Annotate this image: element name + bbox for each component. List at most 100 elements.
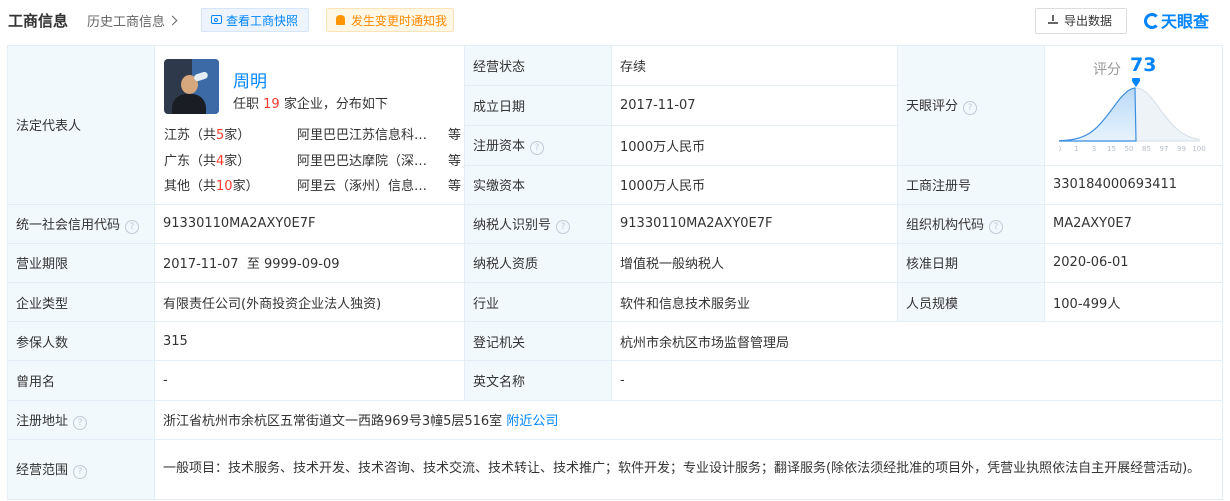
- logo-text: 天眼查: [1161, 12, 1210, 31]
- former-value: -: [154, 360, 465, 401]
- snapshot-button[interactable]: 查看工商快照: [201, 8, 309, 32]
- business-info-table: 法定代表人 周明 任职 19 家企业，分布如下 江苏（共5家） 阿里巴巴江苏信息科…: [7, 44, 1223, 501]
- section-header: 工商信息 历史工商信息 查看工商快照 发生变更时通知我 导出数据 天眼查: [0, 0, 1230, 40]
- authority-value: 杭州市余杭区市场监督管理局: [611, 321, 1223, 362]
- authority-label: 登记机关: [464, 321, 612, 362]
- insured-value: 315: [154, 321, 465, 362]
- type-value: 有限责任公司(外商投资企业法人独资): [154, 282, 465, 323]
- notify-label: 发生变更时通知我: [351, 14, 448, 28]
- tenure-suffix: 家企业，分布如下: [283, 97, 388, 112]
- legal-rep-name[interactable]: 周明: [233, 67, 267, 92]
- tax-qual-label: 纳税人资质: [464, 242, 612, 284]
- region-name: 其他（共10家）: [164, 179, 259, 194]
- score-tick-label: 100: [1192, 145, 1205, 153]
- org-value: MA2AXY0E7: [1044, 203, 1223, 244]
- score-distribution-chart: 0 1 3 15 50 85 97 99 100: [1059, 78, 1206, 153]
- tenure-text: 任职 19 家企业，分布如下: [233, 93, 388, 112]
- help-icon[interactable]: ?: [125, 219, 140, 234]
- capital-value: 1000万人民币: [611, 125, 898, 166]
- term-value: 2017-11-07 至 9999-09-09: [154, 242, 465, 284]
- address-cell: 浙江省杭州市余杭区五常街道文一西路969号3幢5层516室 附近公司: [154, 399, 1223, 440]
- paid-label: 实缴资本: [464, 164, 612, 205]
- en-value: -: [611, 360, 1223, 401]
- notify-button[interactable]: 发生变更时通知我: [326, 8, 454, 32]
- reg-no-value: 330184000693411: [1044, 164, 1223, 205]
- help-icon[interactable]: ?: [963, 101, 978, 116]
- camera-icon: [211, 15, 222, 24]
- nearby-companies-link[interactable]: 附近公司: [506, 414, 558, 429]
- taxid-label: 纳税人识别号?: [464, 203, 612, 244]
- approve-label: 核准日期: [897, 242, 1045, 284]
- help-icon[interactable]: ?: [989, 219, 1004, 234]
- score-ticks: 0 1 3 15 50 85 97 99 100: [1059, 145, 1206, 153]
- score-tick-label: 99: [1177, 145, 1186, 153]
- term-label: 营业期限: [7, 242, 155, 284]
- staff-value: 100-499人: [1044, 282, 1223, 323]
- export-button[interactable]: 导出数据: [1035, 8, 1127, 34]
- region-company[interactable]: 阿里云（涿州）信息技术有限公司: [297, 175, 439, 194]
- credit-value: 91330110MA2AXY0E7F: [154, 203, 465, 244]
- score-marker-icon: [1132, 78, 1140, 87]
- org-label: 组织机构代码?: [897, 203, 1045, 244]
- score-cell[interactable]: 评分 73 0 1 3 15 50 85 97 99 100: [1044, 45, 1223, 166]
- tax-qual-value: 增值税一般纳税人: [611, 242, 898, 284]
- region-company[interactable]: 阿里巴巴达摩院（深圳）科技有限公司: [297, 150, 439, 169]
- export-label: 导出数据: [1064, 14, 1113, 28]
- region-more: 等: [448, 154, 462, 169]
- tenure-prefix: 任职: [233, 97, 260, 112]
- region-company[interactable]: 阿里巴巴江苏信息科技有限公司: [297, 124, 439, 143]
- score-value: 73: [1130, 54, 1157, 76]
- help-icon[interactable]: ?: [73, 465, 88, 480]
- snapshot-label: 查看工商快照: [226, 14, 299, 28]
- region-more: 等: [448, 128, 462, 143]
- insured-label: 参保人数: [7, 321, 155, 362]
- score-tick-label: 0: [1059, 145, 1061, 153]
- score-tick-label: 1: [1074, 145, 1078, 153]
- download-icon: [1048, 15, 1058, 25]
- approve-value: 2020-06-01: [1044, 242, 1223, 284]
- score-marker-icon: [1132, 78, 1140, 87]
- history-link[interactable]: 历史工商信息: [87, 11, 178, 30]
- chevron-right-icon: [167, 15, 178, 26]
- score-tick-label: 85: [1142, 145, 1151, 153]
- history-label: 历史工商信息: [87, 15, 166, 30]
- avatar[interactable]: [164, 59, 219, 114]
- type-label: 企业类型: [7, 282, 155, 323]
- address-value: 浙江省杭州市余杭区五常街道文一西路969号3幢5层516室: [163, 414, 503, 430]
- industry-label: 行业: [464, 282, 612, 323]
- founded-label: 成立日期: [464, 85, 612, 127]
- help-icon[interactable]: ?: [556, 219, 571, 234]
- capital-label: 注册资本?: [464, 125, 612, 166]
- legal-rep-label: 法定代表人: [7, 45, 155, 205]
- status-label: 经营状态: [464, 44, 612, 87]
- score-tick-label: 15: [1107, 145, 1116, 153]
- founded-value: 2017-11-07: [611, 85, 898, 127]
- scope-label: 经营范围?: [7, 438, 155, 501]
- help-icon[interactable]: ?: [530, 141, 545, 156]
- en-label: 英文名称: [464, 360, 612, 401]
- industry-value: 软件和信息技术服务业: [611, 282, 898, 323]
- staff-label: 人员规模: [897, 282, 1045, 323]
- bell-icon: [336, 15, 345, 25]
- taxid-value: 91330110MA2AXY0E7F: [611, 203, 898, 244]
- paid-value: 1000万人民币: [611, 164, 898, 205]
- address-label: 注册地址?: [7, 399, 155, 440]
- tyscore-label: 天眼评分?: [897, 45, 1045, 166]
- score-tick-label: 50: [1125, 145, 1134, 153]
- help-icon[interactable]: ?: [73, 415, 88, 430]
- scope-value: 一般项目：技术服务、技术开发、技术咨询、技术交流、技术转让、技术推广；软件开发；…: [154, 438, 1223, 501]
- tenure-count[interactable]: 19: [263, 97, 280, 112]
- reg-no-label: 工商注册号: [897, 164, 1045, 205]
- region-row: 江苏（共5家） 阿里巴巴江苏信息科技有限公司等: [164, 124, 464, 144]
- region-name: 江苏（共5家）: [164, 128, 251, 143]
- region-count[interactable]: 10: [216, 179, 233, 194]
- region-row: 广东（共4家） 阿里巴巴达摩院（深圳）科技有限公司等: [164, 150, 464, 170]
- credit-label: 统一社会信用代码?: [7, 203, 155, 244]
- score-tick-label: 97: [1160, 145, 1169, 153]
- former-label: 曾用名: [7, 360, 155, 401]
- legal-rep-cell: 周明 任职 19 家企业，分布如下 江苏（共5家） 阿里巴巴江苏信息科技有限公司等…: [154, 45, 465, 205]
- region-row: 其他（共10家） 阿里云（涿州）信息技术有限公司等: [164, 175, 464, 195]
- logo-mark-icon: [1144, 13, 1160, 29]
- score-label: 评分: [1093, 62, 1121, 78]
- region-more: 等: [448, 179, 462, 194]
